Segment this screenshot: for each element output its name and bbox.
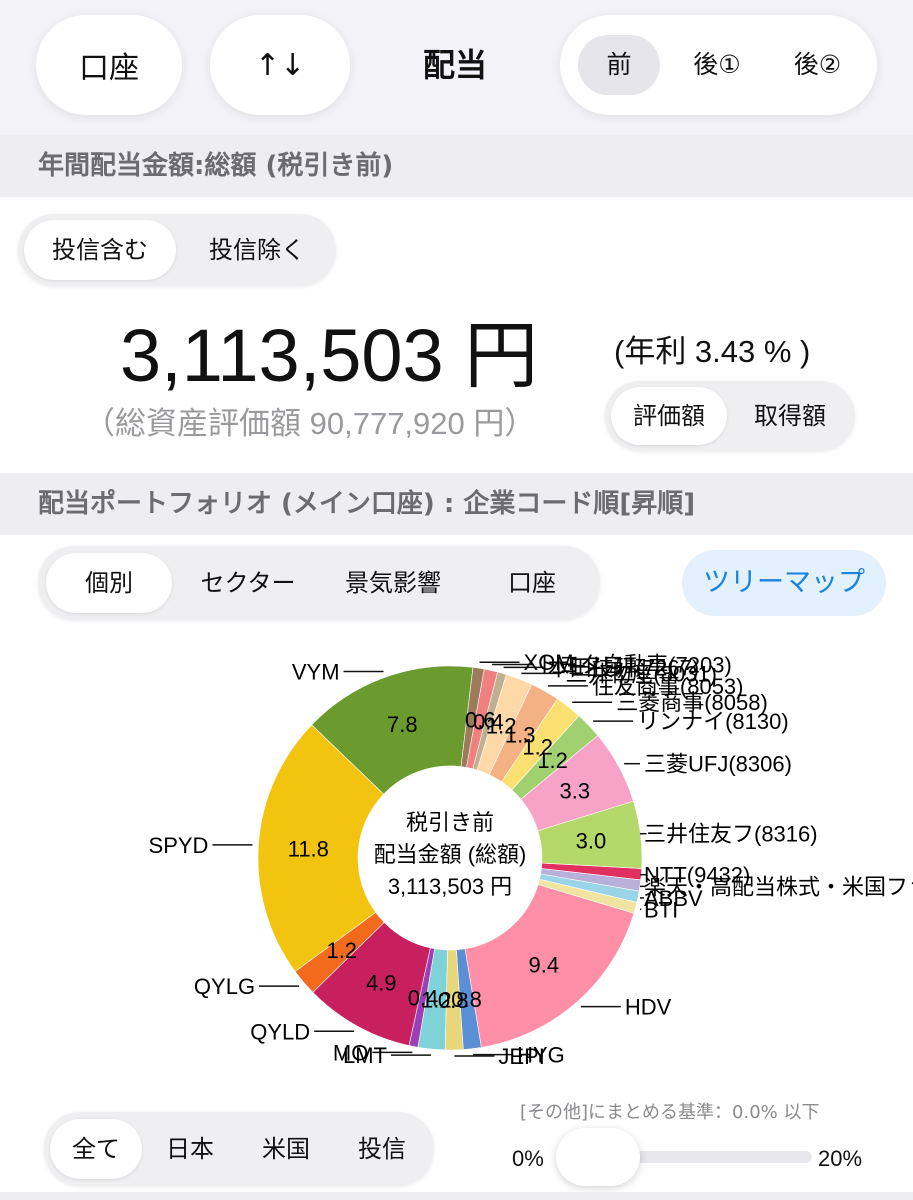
tab-exclude-funds[interactable]: 投信除く [184,220,330,280]
slice-value-label: 9.4 [529,953,560,978]
sort-button[interactable]: ↑↓ [210,15,350,115]
tab-sector[interactable]: セクター [183,553,313,613]
annual-dividend-header: 年間配当金額:総額 (税引き前) [0,135,913,197]
slice-value-label: 0.6 [465,707,496,732]
portfolio-view-segmented-control: 個別 セクター 景気影響 口座 [38,546,600,620]
slice-name-label: 三菱UFJ(8306) [644,752,792,777]
slice-name-label: HDV [625,995,672,1020]
center-text-line-3: 3,113,503 円 [388,874,512,899]
filter-all[interactable]: 全て [50,1119,142,1179]
annual-dividend-amount: 3,113,503 円 [120,314,539,397]
slider-max-label: 20% [818,1146,863,1171]
slice-name-label: VYM [292,659,340,684]
bottom-divider [0,1192,913,1200]
slice-name-label: QYLD [250,1019,310,1044]
account-button[interactable]: 口座 [36,15,182,115]
tab-after-tax-1[interactable]: 後① [672,35,762,95]
tab-individual[interactable]: 個別 [46,553,172,613]
slice-value-label: 1.2 [326,938,357,963]
filter-funds[interactable]: 投信 [336,1119,428,1179]
center-text-line-2: 配当金額 (総額) [374,842,527,867]
region-filter-segmented-control: 全て 日本 米国 投信 [44,1112,434,1186]
slice-name-label: QYLG [194,974,255,999]
slice-name-label: HYG [517,1043,565,1068]
slider-min-label: 0% [512,1146,544,1171]
tab-economic-impact[interactable]: 景気影響 [323,553,463,613]
valuation-basis-segmented-control: 評価額 取得額 [605,381,855,451]
portfolio-header: 配当ポートフォリオ (メイン口座) : 企業コード順[昇順] [0,473,913,535]
slice-name-label: XOM [524,650,574,675]
page-title: 配当 [422,46,487,84]
tab-account[interactable]: 口座 [470,553,594,613]
slice-name-label: 三井住友フ(8316) [644,822,818,847]
treemap-button[interactable]: ツリーマップ [682,550,886,616]
slice-value-label: 3.3 [560,778,591,803]
tab-after-tax-2[interactable]: 後② [770,35,865,95]
tax-timing-segmented-control: 前 後① 後② [560,15,877,115]
slice-name-label: NTT(9432) [644,863,750,888]
slice-value-label: 3.0 [576,829,607,854]
tab-include-funds[interactable]: 投信含む [24,220,176,280]
slice-name-label: SPYD [149,833,209,858]
slice-value-label: 11.8 [288,837,329,862]
slice-value-label: 7.8 [387,712,418,737]
threshold-slider-thumb[interactable] [556,1128,640,1186]
other-threshold-note: [その他]にまとめる基準：0.0% 以下 [520,1102,820,1123]
tab-market-value[interactable]: 評価額 [611,387,727,445]
slice-name-label: LMT [343,1043,387,1068]
dividend-yield: (年利 3.43 % ) [614,334,811,369]
slice-value-label: 0.8 [451,987,482,1012]
dividend-donut-chart: 7.8VYM11.8SPYD1.2QYLG 4.9QYLD0.4MO1.2LMT0… [149,650,913,1069]
filter-japan[interactable]: 日本 [144,1119,236,1179]
fund-filter-segmented-control: 投信含む 投信除く [18,214,336,286]
tab-acquisition-value[interactable]: 取得額 [731,387,849,445]
filter-us[interactable]: 米国 [240,1119,332,1179]
tab-before-tax[interactable]: 前 [578,35,660,95]
center-text-line-1: 税引き前 [406,810,494,835]
total-assets-value: （総資産評価額 90,777,920 円） [84,406,536,441]
slice-value-label: 4.9 [366,970,397,995]
